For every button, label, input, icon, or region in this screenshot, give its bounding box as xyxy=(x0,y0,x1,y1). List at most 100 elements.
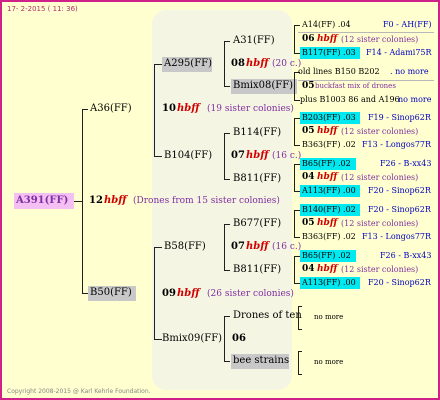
gen4-left: plus B1003 86 and A196 xyxy=(300,95,400,104)
connector xyxy=(224,316,225,362)
connector xyxy=(154,64,155,157)
dam-b50-note: (26 sister colonies) xyxy=(207,289,294,299)
a31-note: (12 sister colonies) xyxy=(341,35,419,44)
b811b-hbff: hbff xyxy=(317,264,338,274)
sire-a36-note: (19 sister colonies) xyxy=(207,104,294,114)
connector xyxy=(294,72,295,101)
root-name: A391(FF) xyxy=(16,195,69,206)
b114-note: (12 sister colonies) xyxy=(341,127,419,136)
gen2-a295-hbff: hbff xyxy=(246,58,269,69)
bmix08-note: buckfast mix of drones xyxy=(315,82,396,90)
gen3-bmix08: Bmix08(FF) xyxy=(233,80,294,91)
gen3-a31: A31(FF) xyxy=(233,35,275,46)
gen4-left: B117(FF) .03 xyxy=(302,48,356,57)
b114-hbff: hbff xyxy=(317,126,338,136)
b677-hbff: hbff xyxy=(317,218,338,228)
connector xyxy=(294,118,295,146)
connector xyxy=(298,351,302,352)
root-year: 12 xyxy=(89,195,103,206)
connector xyxy=(224,41,230,42)
gen2-b104: B104(FF) xyxy=(164,150,213,161)
gen3-drones: Drones of ten xyxy=(233,310,302,321)
dam-b50-hbff: hbff xyxy=(177,288,200,299)
gen3-b677: B677(FF) xyxy=(233,218,282,229)
dam-b50-year: 09 xyxy=(162,288,176,299)
connector xyxy=(294,256,295,284)
connector xyxy=(154,156,162,157)
connector xyxy=(298,329,302,330)
connector xyxy=(224,133,225,180)
connector xyxy=(224,224,230,225)
gen3-b811a: B811(FF) xyxy=(233,173,282,184)
gen4-left: B363(FF) .02 xyxy=(302,140,356,149)
gen2-bmix09: Bmix09(FF) xyxy=(162,333,223,344)
gen4-left: B363(FF) .02 xyxy=(302,232,356,241)
connector xyxy=(82,109,83,294)
gen2-a295: A295(FF) xyxy=(164,58,212,69)
gen2-b58: B58(FF) xyxy=(164,241,206,252)
gen4-right: F19 - Sinop62R xyxy=(368,113,431,122)
gen4-left: A113(FF) .00 xyxy=(302,186,356,195)
gen4-right: F13 - Longos77R xyxy=(362,140,432,149)
b677-year: 05 xyxy=(302,218,315,228)
gen2-bmix09-year: 06 xyxy=(232,333,246,344)
gen4-left: B140(FF) .02 xyxy=(302,205,356,214)
bmix08-year: 05 xyxy=(302,81,315,91)
connector xyxy=(224,179,230,180)
root-hbff: hbff xyxy=(104,195,127,206)
beestrains-no-more: no more xyxy=(314,358,344,366)
connector xyxy=(224,361,230,362)
gen4-left: A113(FF) .00 xyxy=(302,278,356,287)
gen3-beestrains: bee strains xyxy=(233,355,290,366)
gen4-right: F20 - Sinop62R xyxy=(368,205,431,214)
gen2-b58-hbff: hbff xyxy=(246,241,269,252)
sire-a36-year: 10 xyxy=(162,103,176,114)
connector xyxy=(154,64,162,65)
connector xyxy=(294,25,300,26)
b677-note: (12 sister colonies) xyxy=(341,219,419,228)
pedigree-frame: 17- 2-2015 ( 11: 36) A391(FF) 12 hbff (D… xyxy=(0,0,440,400)
b811a-hbff: hbff xyxy=(317,172,338,182)
connector xyxy=(224,86,230,87)
gen2-a295-year: 08 xyxy=(231,58,245,69)
header-date: 17- 2-2015 ( 11: 36) xyxy=(7,5,78,13)
row-line xyxy=(298,80,434,81)
dam-b50: B50(FF) xyxy=(90,287,132,298)
gen4-left: old lines B150 B202 xyxy=(298,67,380,76)
footer-copyright: Copyright 2008-2015 @ Karl Kehrle Founda… xyxy=(7,388,151,395)
connector xyxy=(294,145,300,146)
connector xyxy=(298,374,302,375)
gen4-right: F20 - Sinop62R xyxy=(368,278,431,287)
connector xyxy=(294,237,300,238)
connector xyxy=(298,351,299,375)
connector xyxy=(224,270,230,271)
connector xyxy=(298,306,299,330)
connector xyxy=(154,339,162,340)
connector xyxy=(224,224,225,271)
b811a-note: (12 sister colonies) xyxy=(341,173,419,182)
b114-year: 05 xyxy=(302,126,315,136)
connector xyxy=(224,41,225,87)
b811b-year: 04 xyxy=(302,264,315,274)
gen4-right: F13 - Longos77R xyxy=(362,232,432,241)
gen2-b104-note: (16 c.) xyxy=(272,151,302,161)
a31-hbff: hbff xyxy=(317,34,338,44)
connector xyxy=(154,247,162,248)
sire-a36: A36(FF) xyxy=(90,103,132,114)
connector xyxy=(74,201,82,202)
gen4-left: B65(FF) .02 xyxy=(302,251,351,260)
gen2-b58-note: (16 c.) xyxy=(272,242,302,252)
b811a-year: 04 xyxy=(302,172,315,182)
gen4-right: . no more xyxy=(390,67,429,76)
gen2-b58-year: 07 xyxy=(231,241,245,252)
root-note: (Drones from 15 sister colonies) xyxy=(133,196,280,206)
gen4-right: F20 - Sinop62R xyxy=(368,186,431,195)
sire-a36-hbff: hbff xyxy=(177,103,200,114)
connector xyxy=(224,133,230,134)
connector xyxy=(224,316,230,317)
connector xyxy=(298,306,302,307)
gen2-a295-note: (20 c.) xyxy=(272,59,302,69)
drones-no-more: no more xyxy=(314,313,344,321)
gen4-left: A14(FF) .04 xyxy=(302,20,351,29)
gen3-b114: B114(FF) xyxy=(233,127,282,138)
